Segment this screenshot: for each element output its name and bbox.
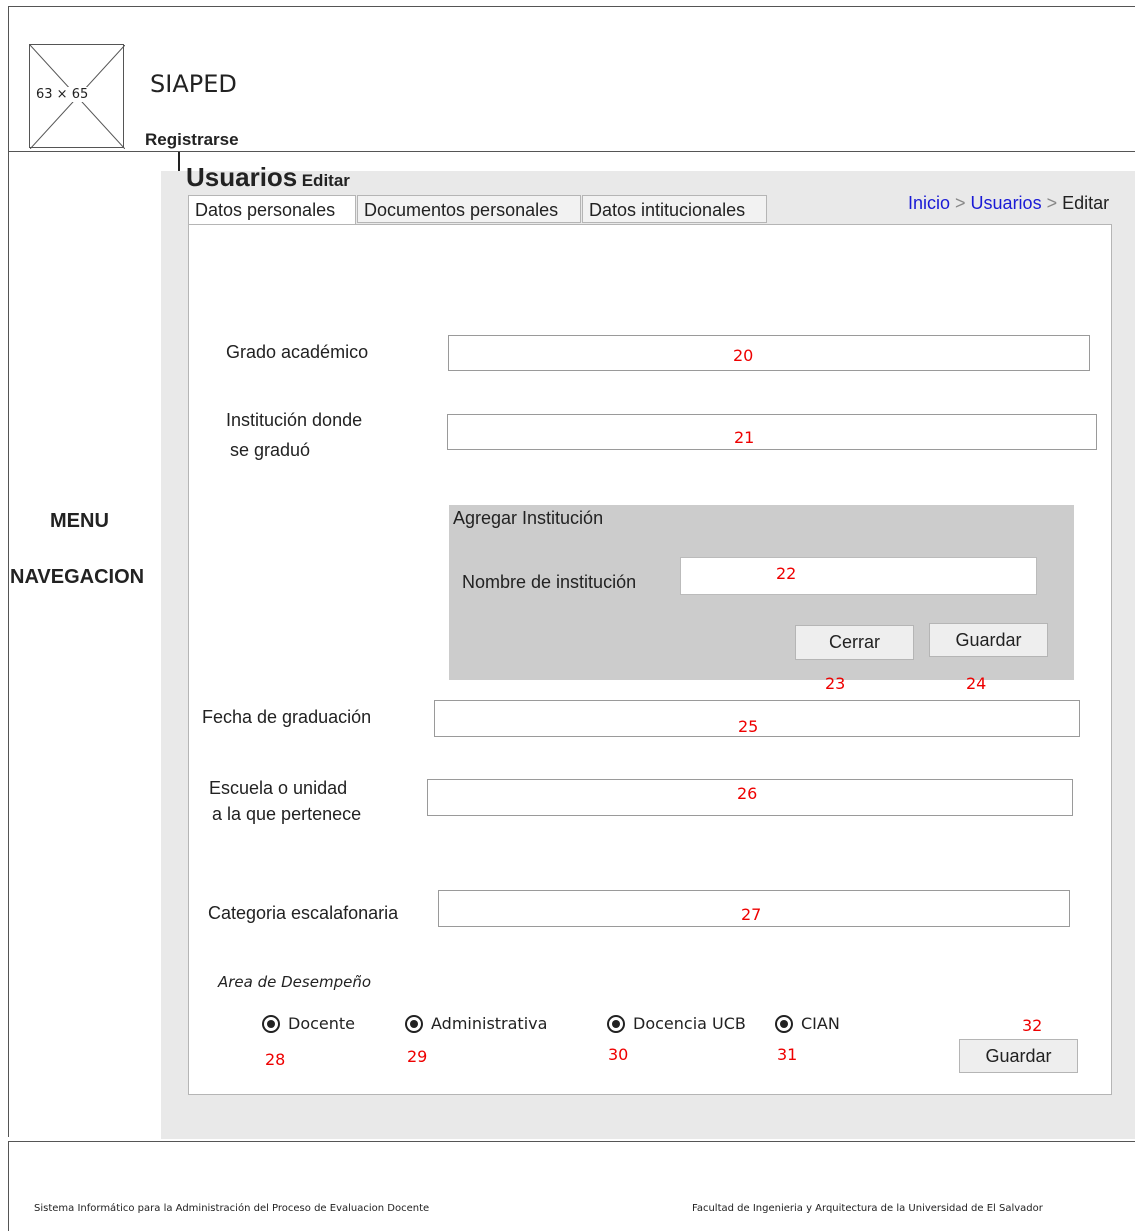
- breadcrumb-home[interactable]: Inicio: [908, 193, 950, 213]
- breadcrumb-separator: >: [950, 193, 971, 213]
- escuela-label: Escuela o unidad a la que pertenece: [209, 775, 361, 827]
- grado-number: 20: [733, 346, 754, 365]
- page-title: Usuarios Editar: [186, 162, 350, 193]
- radio-docente[interactable]: Docente: [262, 1014, 355, 1033]
- categoria-number: 27: [741, 905, 762, 924]
- breadcrumb-separator: >: [1041, 193, 1063, 213]
- fecha-input[interactable]: 25: [434, 700, 1080, 737]
- grado-input[interactable]: 20: [448, 335, 1090, 371]
- footer: [8, 1141, 1135, 1231]
- close-button[interactable]: Cerrar: [795, 625, 914, 660]
- save-button[interactable]: Guardar: [959, 1039, 1078, 1073]
- escuela-input[interactable]: 26: [427, 779, 1073, 816]
- app-title: SIAPED: [150, 70, 237, 98]
- save-institution-number: 24: [966, 674, 987, 693]
- fecha-label: Fecha de graduación: [202, 707, 372, 727]
- radio-docencia-ucb-label: Docencia UCB: [633, 1014, 746, 1033]
- tab-datos-institucionales[interactable]: Datos intitucionales: [582, 195, 767, 223]
- radio-selected-icon: [775, 1014, 793, 1033]
- radio-docencia-ucb[interactable]: Docencia UCB: [607, 1014, 746, 1033]
- breadcrumb-current: Editar: [1062, 193, 1110, 213]
- tab-datos-personales[interactable]: Datos personales: [188, 195, 356, 225]
- close-button-number: 23: [825, 674, 846, 693]
- institucion-label: Institución donde se graduó: [226, 405, 362, 465]
- save-institution-button[interactable]: Guardar: [929, 623, 1048, 657]
- page-subtitle: Editar: [301, 171, 350, 190]
- add-institution-title: Agregar Institución: [453, 508, 604, 528]
- radio-selected-icon: [405, 1014, 423, 1033]
- radio-administrativa-label: Administrativa: [431, 1014, 548, 1033]
- institucion-label-line1: Institución donde: [226, 410, 363, 430]
- radio-administrativa-number: 29: [407, 1047, 428, 1066]
- institution-name-input[interactable]: 22: [680, 557, 1037, 595]
- footer-right-text: Facultad de Ingenieria y Arquitectura de…: [692, 1203, 1043, 1214]
- institution-name-label: Nombre de institución: [462, 572, 637, 592]
- radio-cian-number: 31: [777, 1045, 798, 1064]
- radio-cian-label: CIAN: [801, 1014, 840, 1033]
- area-label: Area de Desempeño: [218, 973, 372, 991]
- grado-label: Grado académico: [226, 342, 369, 362]
- radio-cian[interactable]: CIAN: [775, 1014, 840, 1033]
- radio-selected-icon: [262, 1014, 280, 1033]
- breadcrumb-users[interactable]: Usuarios: [971, 193, 1042, 213]
- radio-administrativa[interactable]: Administrativa: [405, 1014, 547, 1033]
- breadcrumb: Inicio > Usuarios > Editar: [908, 193, 1109, 214]
- institucion-number: 21: [734, 428, 755, 447]
- escuela-label-line2: a la que pertenece: [212, 804, 362, 824]
- nav-menu-label: MENU: [50, 510, 109, 532]
- categoria-input[interactable]: 27: [438, 890, 1070, 927]
- nav-navegacion-label: NAVEGACION: [10, 566, 145, 588]
- categoria-label: Categoria escalafonaria: [208, 903, 399, 923]
- footer-left-text: Sistema Informático para la Administraci…: [34, 1203, 430, 1214]
- institucion-label-line2: se graduó: [230, 440, 311, 460]
- logo-placeholder-text: 63 × 65: [34, 87, 91, 102]
- tab-documentos-personales[interactable]: Documentos personales: [357, 195, 581, 223]
- radio-docente-number: 28: [265, 1050, 286, 1069]
- nav-panel: [8, 152, 181, 1137]
- logo-image: 63 × 65: [29, 44, 125, 149]
- radio-docencia-ucb-number: 30: [608, 1045, 629, 1064]
- page-title-text: Usuarios: [186, 162, 298, 192]
- fecha-number: 25: [738, 717, 759, 736]
- radio-docente-label: Docente: [288, 1014, 356, 1033]
- institution-name-number: 22: [776, 564, 797, 583]
- register-link[interactable]: Registrarse: [145, 130, 239, 150]
- radio-selected-icon: [607, 1014, 625, 1033]
- institucion-input[interactable]: 21: [447, 414, 1097, 450]
- save-button-number: 32: [1022, 1016, 1043, 1035]
- escuela-number: 26: [737, 784, 758, 803]
- escuela-label-line1: Escuela o unidad: [209, 778, 348, 798]
